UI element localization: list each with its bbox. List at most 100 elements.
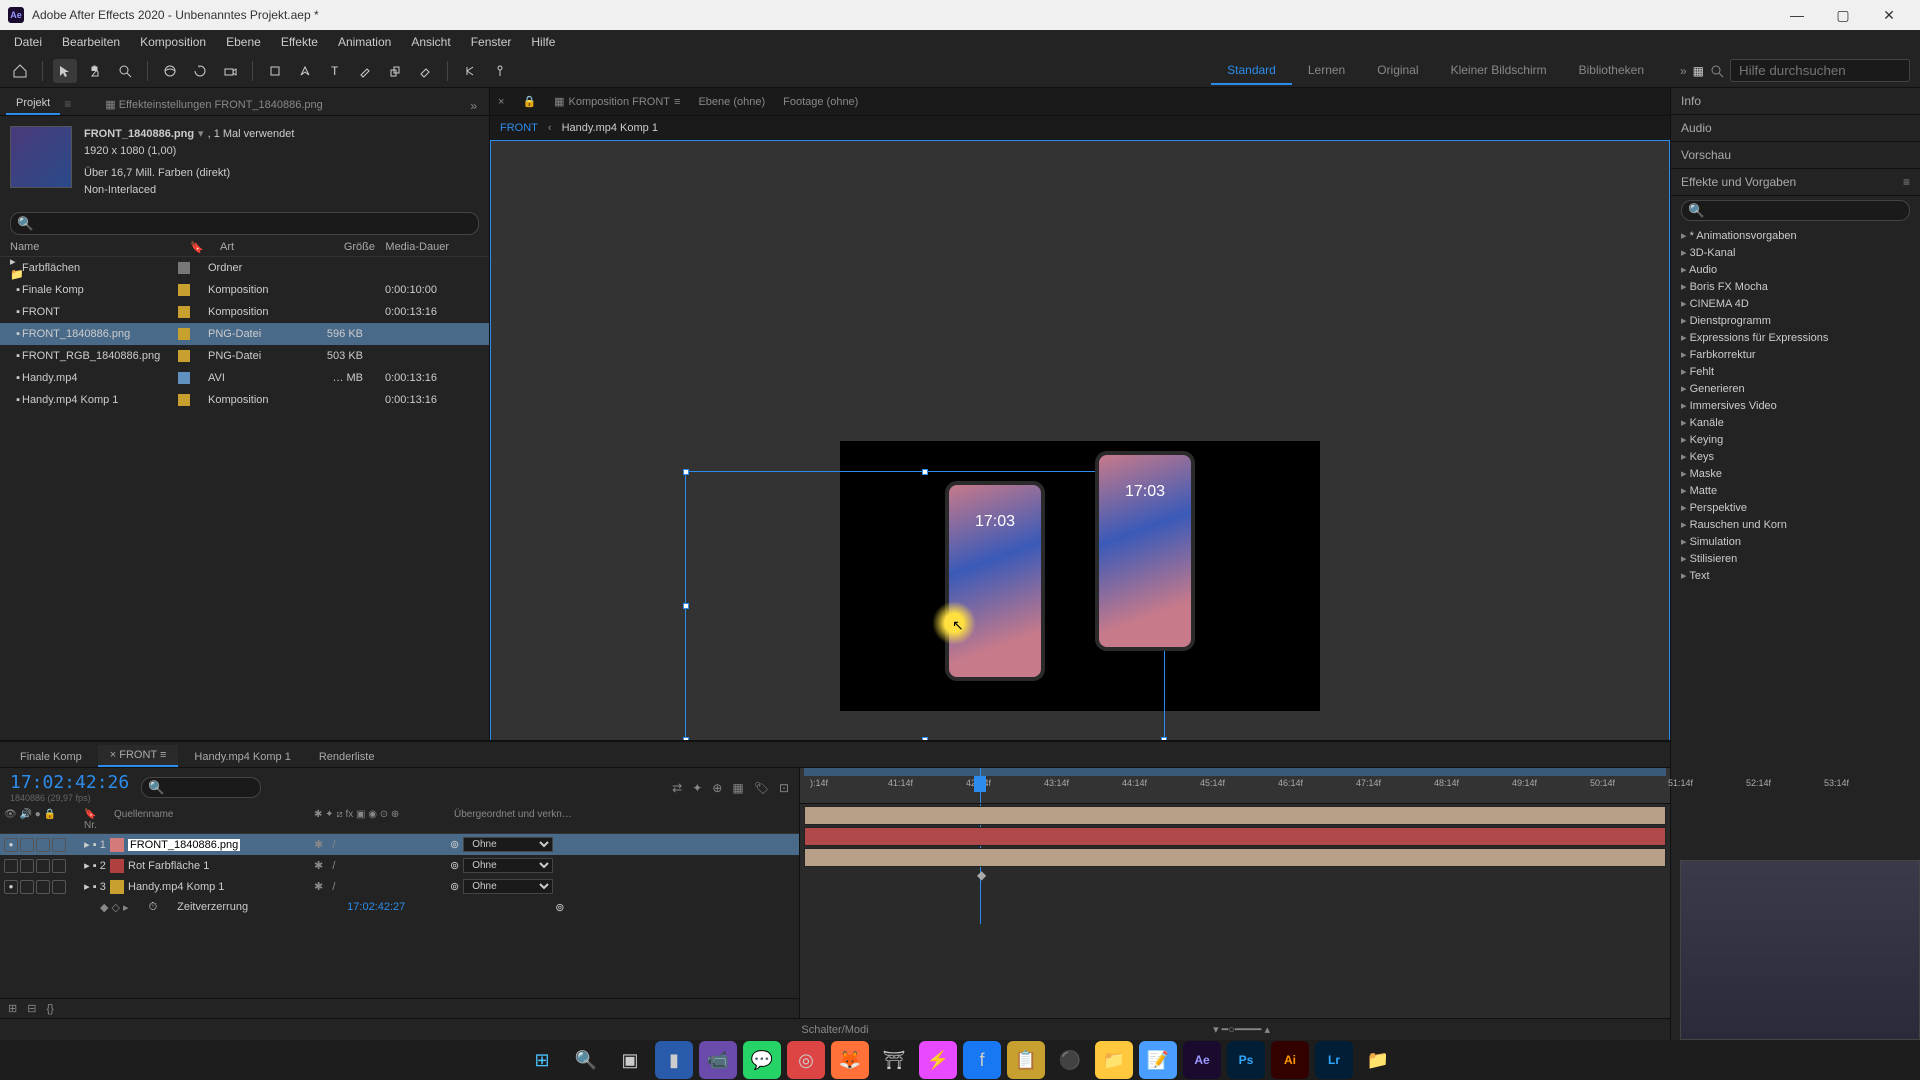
- tl-option-icon[interactable]: ▦: [732, 781, 743, 795]
- layout-icon[interactable]: ▦: [554, 95, 564, 108]
- tl-toggle-icon[interactable]: {}: [46, 1003, 53, 1015]
- shape-tool[interactable]: [263, 59, 287, 83]
- window-minimize-button[interactable]: —: [1774, 0, 1820, 30]
- menu-animation[interactable]: Animation: [328, 31, 401, 53]
- puppet-tool[interactable]: [488, 59, 512, 83]
- menu-ansicht[interactable]: Ansicht: [401, 31, 460, 53]
- effect-category[interactable]: Boris FX Mocha: [1671, 278, 1920, 295]
- taskbar-app[interactable]: 📋: [1007, 1041, 1045, 1079]
- tl-toggle-icon[interactable]: ⊟: [27, 1002, 36, 1015]
- timeline-tab[interactable]: Finale Komp: [8, 747, 94, 767]
- effect-category[interactable]: Simulation: [1671, 533, 1920, 550]
- pen-tool[interactable]: [293, 59, 317, 83]
- effect-category[interactable]: Audio: [1671, 261, 1920, 278]
- project-item[interactable]: ▪ Handy.mp4 Komp 1 Komposition0:00:13:16: [0, 389, 489, 411]
- rotation-tool[interactable]: [188, 59, 212, 83]
- project-item[interactable]: ▪ FRONT Komposition0:00:13:16: [0, 301, 489, 323]
- menu-hilfe[interactable]: Hilfe: [521, 31, 565, 53]
- taskbar-app[interactable]: 📁: [1095, 1041, 1133, 1079]
- effect-category[interactable]: Dienstprogramm: [1671, 312, 1920, 329]
- menu-datei[interactable]: Datei: [4, 31, 52, 53]
- effect-category[interactable]: Matte: [1671, 482, 1920, 499]
- effect-category[interactable]: 3D-Kanal: [1671, 244, 1920, 261]
- timeline-tab[interactable]: Handy.mp4 Komp 1: [182, 747, 302, 767]
- col-size[interactable]: Größe: [320, 241, 375, 254]
- effect-category[interactable]: Kanäle: [1671, 414, 1920, 431]
- workspace-standard[interactable]: Standard: [1211, 57, 1292, 85]
- help-search-input[interactable]: [1730, 59, 1910, 82]
- breadcrumb-current[interactable]: FRONT: [500, 122, 538, 134]
- project-item[interactable]: ▪ Handy.mp4 AVI… MB0:00:13:16: [0, 367, 489, 389]
- timeline-search-input[interactable]: [141, 777, 261, 798]
- effect-category[interactable]: Generieren: [1671, 380, 1920, 397]
- taskbar-app-ai[interactable]: Ai: [1271, 1041, 1309, 1079]
- timeline-graph-area[interactable]: ):14f41:14f42:14f43:14f44:14f45:14f46:14…: [800, 768, 1670, 1018]
- effect-controls-tab[interactable]: ▦ Effekteinstellungen FRONT_1840886.png: [95, 94, 333, 115]
- zoom-tool[interactable]: [113, 59, 137, 83]
- effect-category[interactable]: * Animationsvorgaben: [1671, 227, 1920, 244]
- effect-category[interactable]: Fehlt: [1671, 363, 1920, 380]
- stopwatch-icon[interactable]: ⏱: [149, 901, 158, 914]
- hand-tool[interactable]: [83, 59, 107, 83]
- text-tool[interactable]: T: [323, 59, 347, 83]
- brush-tool[interactable]: [353, 59, 377, 83]
- tl-option-icon[interactable]: ⊡: [779, 781, 789, 795]
- time-ruler[interactable]: ):14f41:14f42:14f43:14f44:14f45:14f46:14…: [800, 768, 1670, 804]
- effects-panel-header[interactable]: Effekte und Vorgaben≡: [1671, 169, 1920, 196]
- project-item[interactable]: ▸ 📁 Farbflächen Ordner: [0, 257, 489, 279]
- tl-option-icon[interactable]: 🏷: [754, 781, 769, 795]
- col-dur[interactable]: Media-Dauer: [375, 241, 455, 254]
- menu-effekte[interactable]: Effekte: [271, 31, 328, 53]
- workspace-original[interactable]: Original: [1361, 57, 1434, 85]
- info-panel-tab[interactable]: Info: [1671, 88, 1920, 115]
- clone-tool[interactable]: [383, 59, 407, 83]
- taskbar-app-ae[interactable]: Ae: [1183, 1041, 1221, 1079]
- window-maximize-button[interactable]: ▢: [1820, 0, 1866, 30]
- search-button[interactable]: 🔍: [567, 1041, 605, 1079]
- taskbar-app[interactable]: ⚫: [1051, 1041, 1089, 1079]
- camera-tool[interactable]: [218, 59, 242, 83]
- taskbar-app[interactable]: ▮: [655, 1041, 693, 1079]
- taskbar-app-ps[interactable]: Ps: [1227, 1041, 1265, 1079]
- timeline-layer-row[interactable]: ▸ ▪ 3 Handy.mp4 Komp 1 ✱ / ⊚ Ohne: [0, 876, 799, 897]
- layer-list[interactable]: ▸ ▪ 1 FRONT_1840886.png ✱ / ⊚ Ohne ▸ ▪ 2…: [0, 834, 799, 897]
- eraser-tool[interactable]: [413, 59, 437, 83]
- start-button[interactable]: ⊞: [523, 1041, 561, 1079]
- project-item[interactable]: ▪ FRONT_1840886.png PNG-Datei596 KB: [0, 323, 489, 345]
- effect-category[interactable]: Stilisieren: [1671, 550, 1920, 567]
- tl-option-icon[interactable]: ⊕: [712, 781, 722, 795]
- taskbar-app[interactable]: ⛩: [875, 1041, 913, 1079]
- panel-overflow-icon[interactable]: »: [464, 97, 483, 115]
- menu-ebene[interactable]: Ebene: [216, 31, 271, 53]
- effect-category[interactable]: Immersives Video: [1671, 397, 1920, 414]
- keyframe-icon[interactable]: ◆: [977, 868, 986, 882]
- taskbar-app[interactable]: ◎: [787, 1041, 825, 1079]
- timeline-tab[interactable]: Renderliste: [307, 747, 387, 767]
- taskbar-app[interactable]: 📹: [699, 1041, 737, 1079]
- comp-close-icon[interactable]: ×: [498, 96, 504, 108]
- menu-komposition[interactable]: Komposition: [130, 31, 216, 53]
- taskbar-app-lr[interactable]: Lr: [1315, 1041, 1353, 1079]
- orbit-tool[interactable]: [158, 59, 182, 83]
- taskbar-app[interactable]: 📝: [1139, 1041, 1177, 1079]
- layer-selection-box[interactable]: [685, 471, 1165, 741]
- project-item[interactable]: ▪ FRONT_RGB_1840886.png PNG-Datei503 KB: [0, 345, 489, 367]
- taskbar-app[interactable]: 💬: [743, 1041, 781, 1079]
- tl-option-icon[interactable]: ⇄: [672, 781, 682, 795]
- workspace-kleiner bildschirm[interactable]: Kleiner Bildschirm: [1435, 57, 1563, 85]
- timeline-tab[interactable]: × FRONT ≡: [98, 745, 179, 767]
- menu-fenster[interactable]: Fenster: [461, 31, 522, 53]
- col-art[interactable]: Art: [220, 241, 320, 254]
- workspace-lernen[interactable]: Lernen: [1292, 57, 1361, 85]
- effects-search-input[interactable]: [1681, 200, 1910, 221]
- preview-panel-tab[interactable]: Vorschau: [1671, 142, 1920, 169]
- sync-icon[interactable]: ▦: [1693, 64, 1704, 78]
- workspace-bibliotheken[interactable]: Bibliotheken: [1563, 57, 1660, 85]
- effect-category[interactable]: Text: [1671, 567, 1920, 584]
- layer-viewer-tab[interactable]: Ebene (ohne): [698, 96, 765, 108]
- comp-lock-icon[interactable]: 🔒: [522, 95, 536, 108]
- effect-category[interactable]: Perspektive: [1671, 499, 1920, 516]
- effect-category[interactable]: Maske: [1671, 465, 1920, 482]
- effect-category[interactable]: CINEMA 4D: [1671, 295, 1920, 312]
- project-item[interactable]: ▪ Finale Komp Komposition0:00:10:00: [0, 279, 489, 301]
